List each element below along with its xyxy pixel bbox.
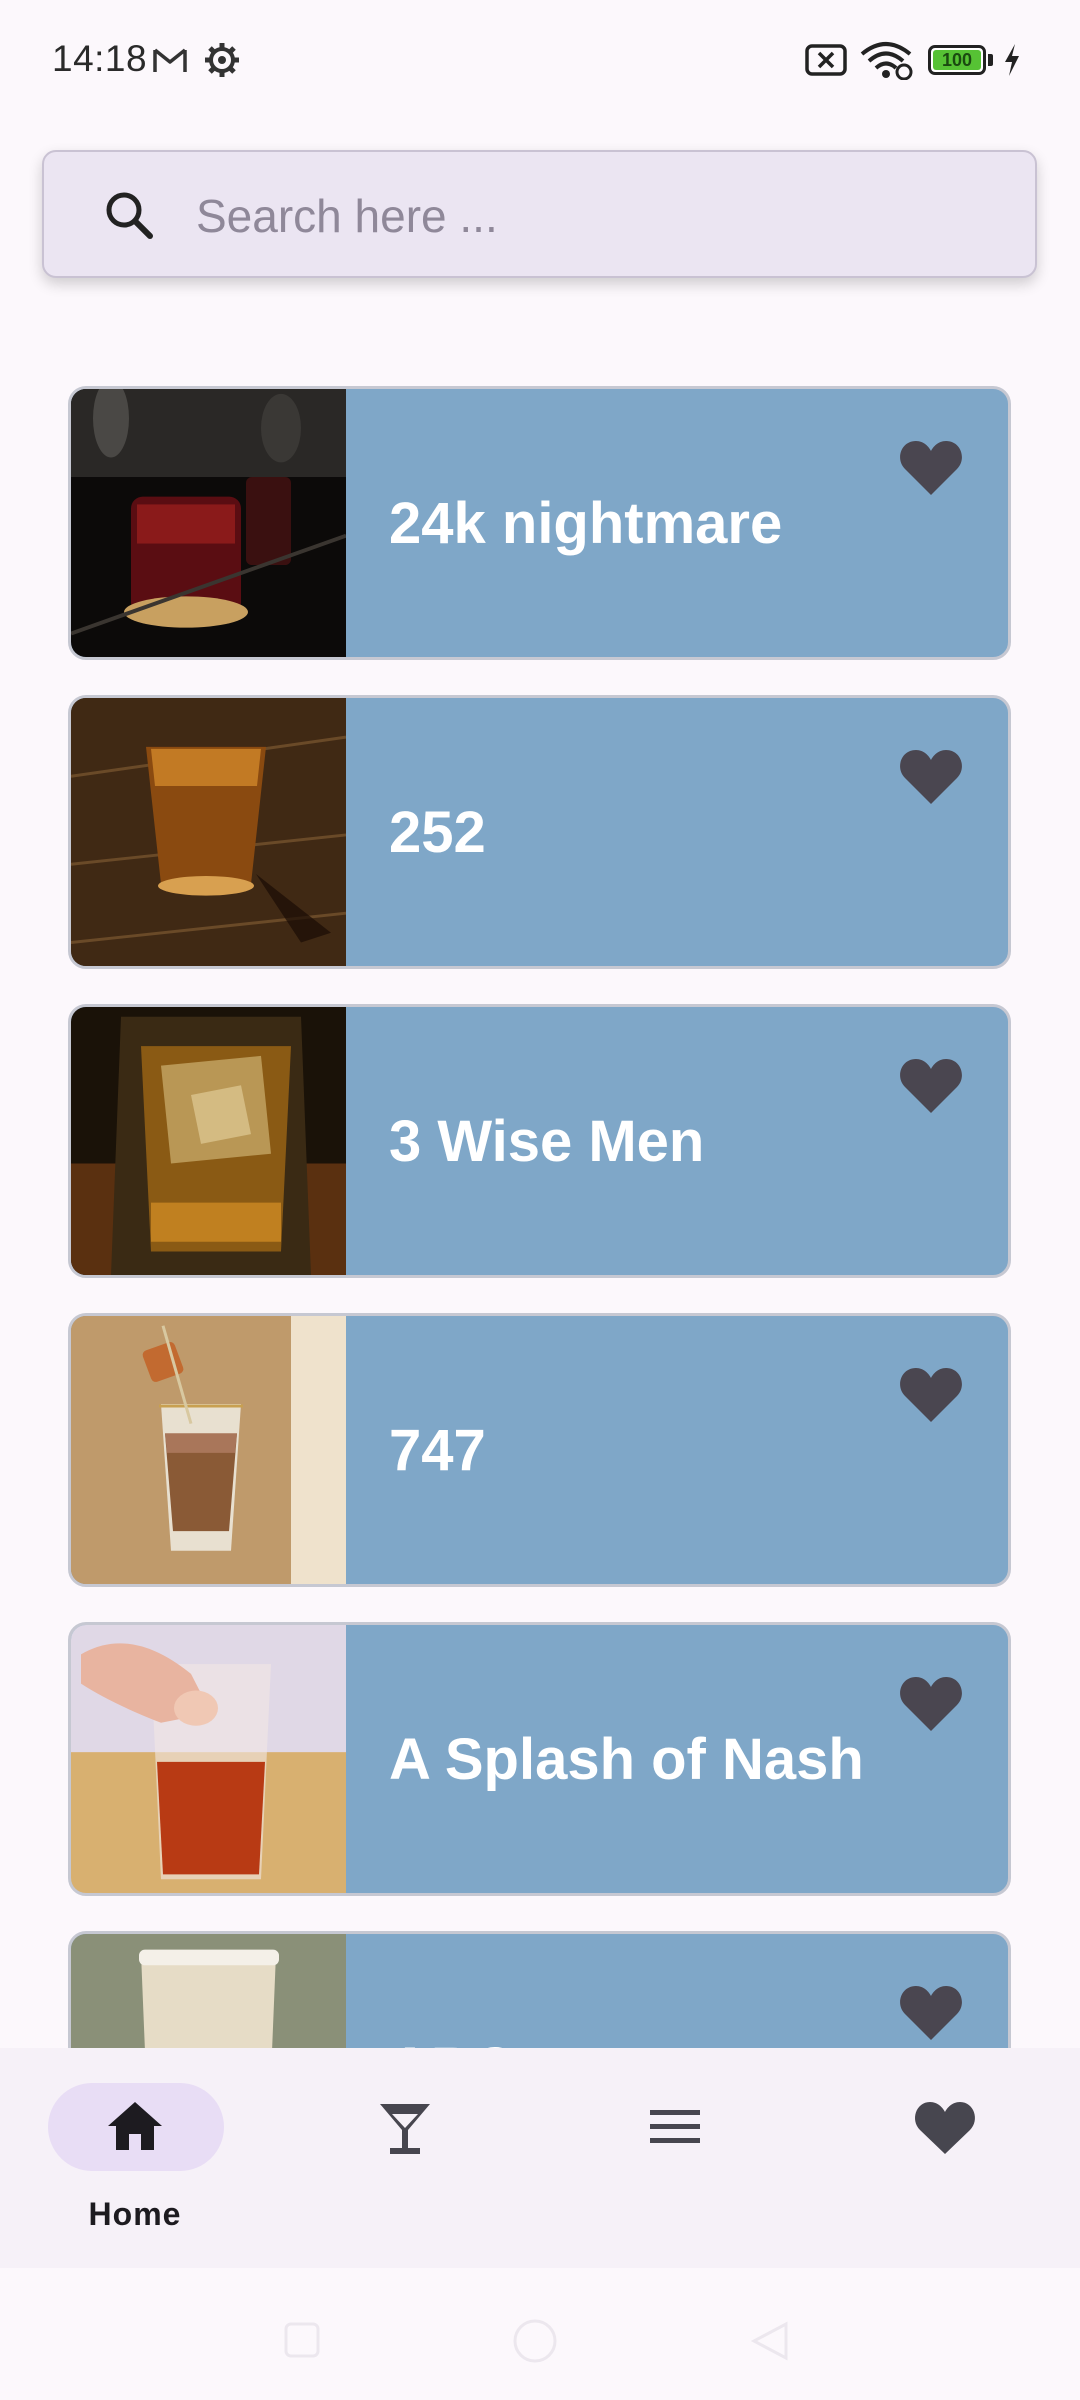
drink-card[interactable]: 3 Wise Men bbox=[68, 1004, 1011, 1278]
drink-image bbox=[71, 1316, 346, 1584]
drink-card[interactable]: ABC bbox=[68, 1931, 1011, 2048]
drink-card[interactable]: 24k nightmare bbox=[68, 386, 1011, 660]
heart-icon[interactable] bbox=[899, 439, 963, 497]
recents-icon[interactable] bbox=[280, 2318, 324, 2362]
heart-icon[interactable] bbox=[899, 748, 963, 806]
drink-card[interactable]: 252 bbox=[68, 695, 1011, 969]
nav-label-home: Home bbox=[88, 2196, 182, 2232]
heart-icon[interactable] bbox=[899, 1366, 963, 1424]
drink-list[interactable]: 24k nightmare 252 3 Wise Men 747 A Splas… bbox=[0, 380, 1080, 2048]
nav-item-favorites[interactable] bbox=[810, 2048, 1080, 2268]
status-time: 14:18 bbox=[52, 38, 148, 79]
back-icon[interactable] bbox=[748, 2316, 792, 2366]
heart-icon[interactable] bbox=[899, 1675, 963, 1733]
drink-name: 24k nightmare bbox=[389, 490, 783, 556]
settings-icon bbox=[205, 43, 239, 77]
search-icon[interactable] bbox=[100, 186, 160, 246]
home-icon bbox=[108, 2102, 162, 2150]
search-bar[interactable] bbox=[42, 150, 1037, 278]
charging-icon bbox=[1005, 44, 1019, 76]
heart-icon[interactable] bbox=[899, 1984, 963, 2042]
drink-image bbox=[71, 1934, 346, 2048]
gmail-icon bbox=[153, 48, 187, 72]
status-bar: 14:18 100 bbox=[0, 0, 1080, 120]
menu-icon bbox=[650, 2110, 700, 2143]
heart-icon[interactable] bbox=[899, 1057, 963, 1115]
home-gesture-icon[interactable] bbox=[510, 2316, 560, 2366]
nav-item-cocktails[interactable] bbox=[270, 2048, 540, 2268]
nav-item-home[interactable]: Home bbox=[0, 2048, 270, 2268]
heart-icon bbox=[915, 2102, 975, 2154]
drink-card[interactable]: A Splash of Nash bbox=[68, 1622, 1011, 1896]
drink-image bbox=[71, 1007, 346, 1275]
bottom-navigation: Home bbox=[0, 2048, 1080, 2268]
search-input[interactable] bbox=[194, 178, 998, 254]
wifi-icon bbox=[860, 42, 913, 80]
drink-name: 252 bbox=[389, 799, 486, 865]
battery-level: 100 bbox=[933, 50, 981, 70]
no-sim-icon bbox=[805, 44, 847, 76]
cocktail-icon bbox=[380, 2104, 430, 2154]
drink-image bbox=[71, 389, 346, 657]
system-navigation-bar bbox=[0, 2268, 1080, 2400]
drink-name: ABC bbox=[389, 1934, 949, 2049]
drink-image bbox=[71, 698, 346, 966]
drink-card[interactable]: 747 bbox=[68, 1313, 1011, 1587]
drink-name: 3 Wise Men bbox=[389, 1108, 705, 1174]
drink-image bbox=[71, 1625, 346, 1893]
drink-name: A Splash of Nash bbox=[389, 1726, 864, 1792]
battery-icon: 100 bbox=[928, 45, 986, 75]
drink-name: 747 bbox=[389, 1417, 486, 1483]
battery-tip bbox=[988, 54, 993, 66]
nav-item-menu[interactable] bbox=[540, 2048, 810, 2268]
